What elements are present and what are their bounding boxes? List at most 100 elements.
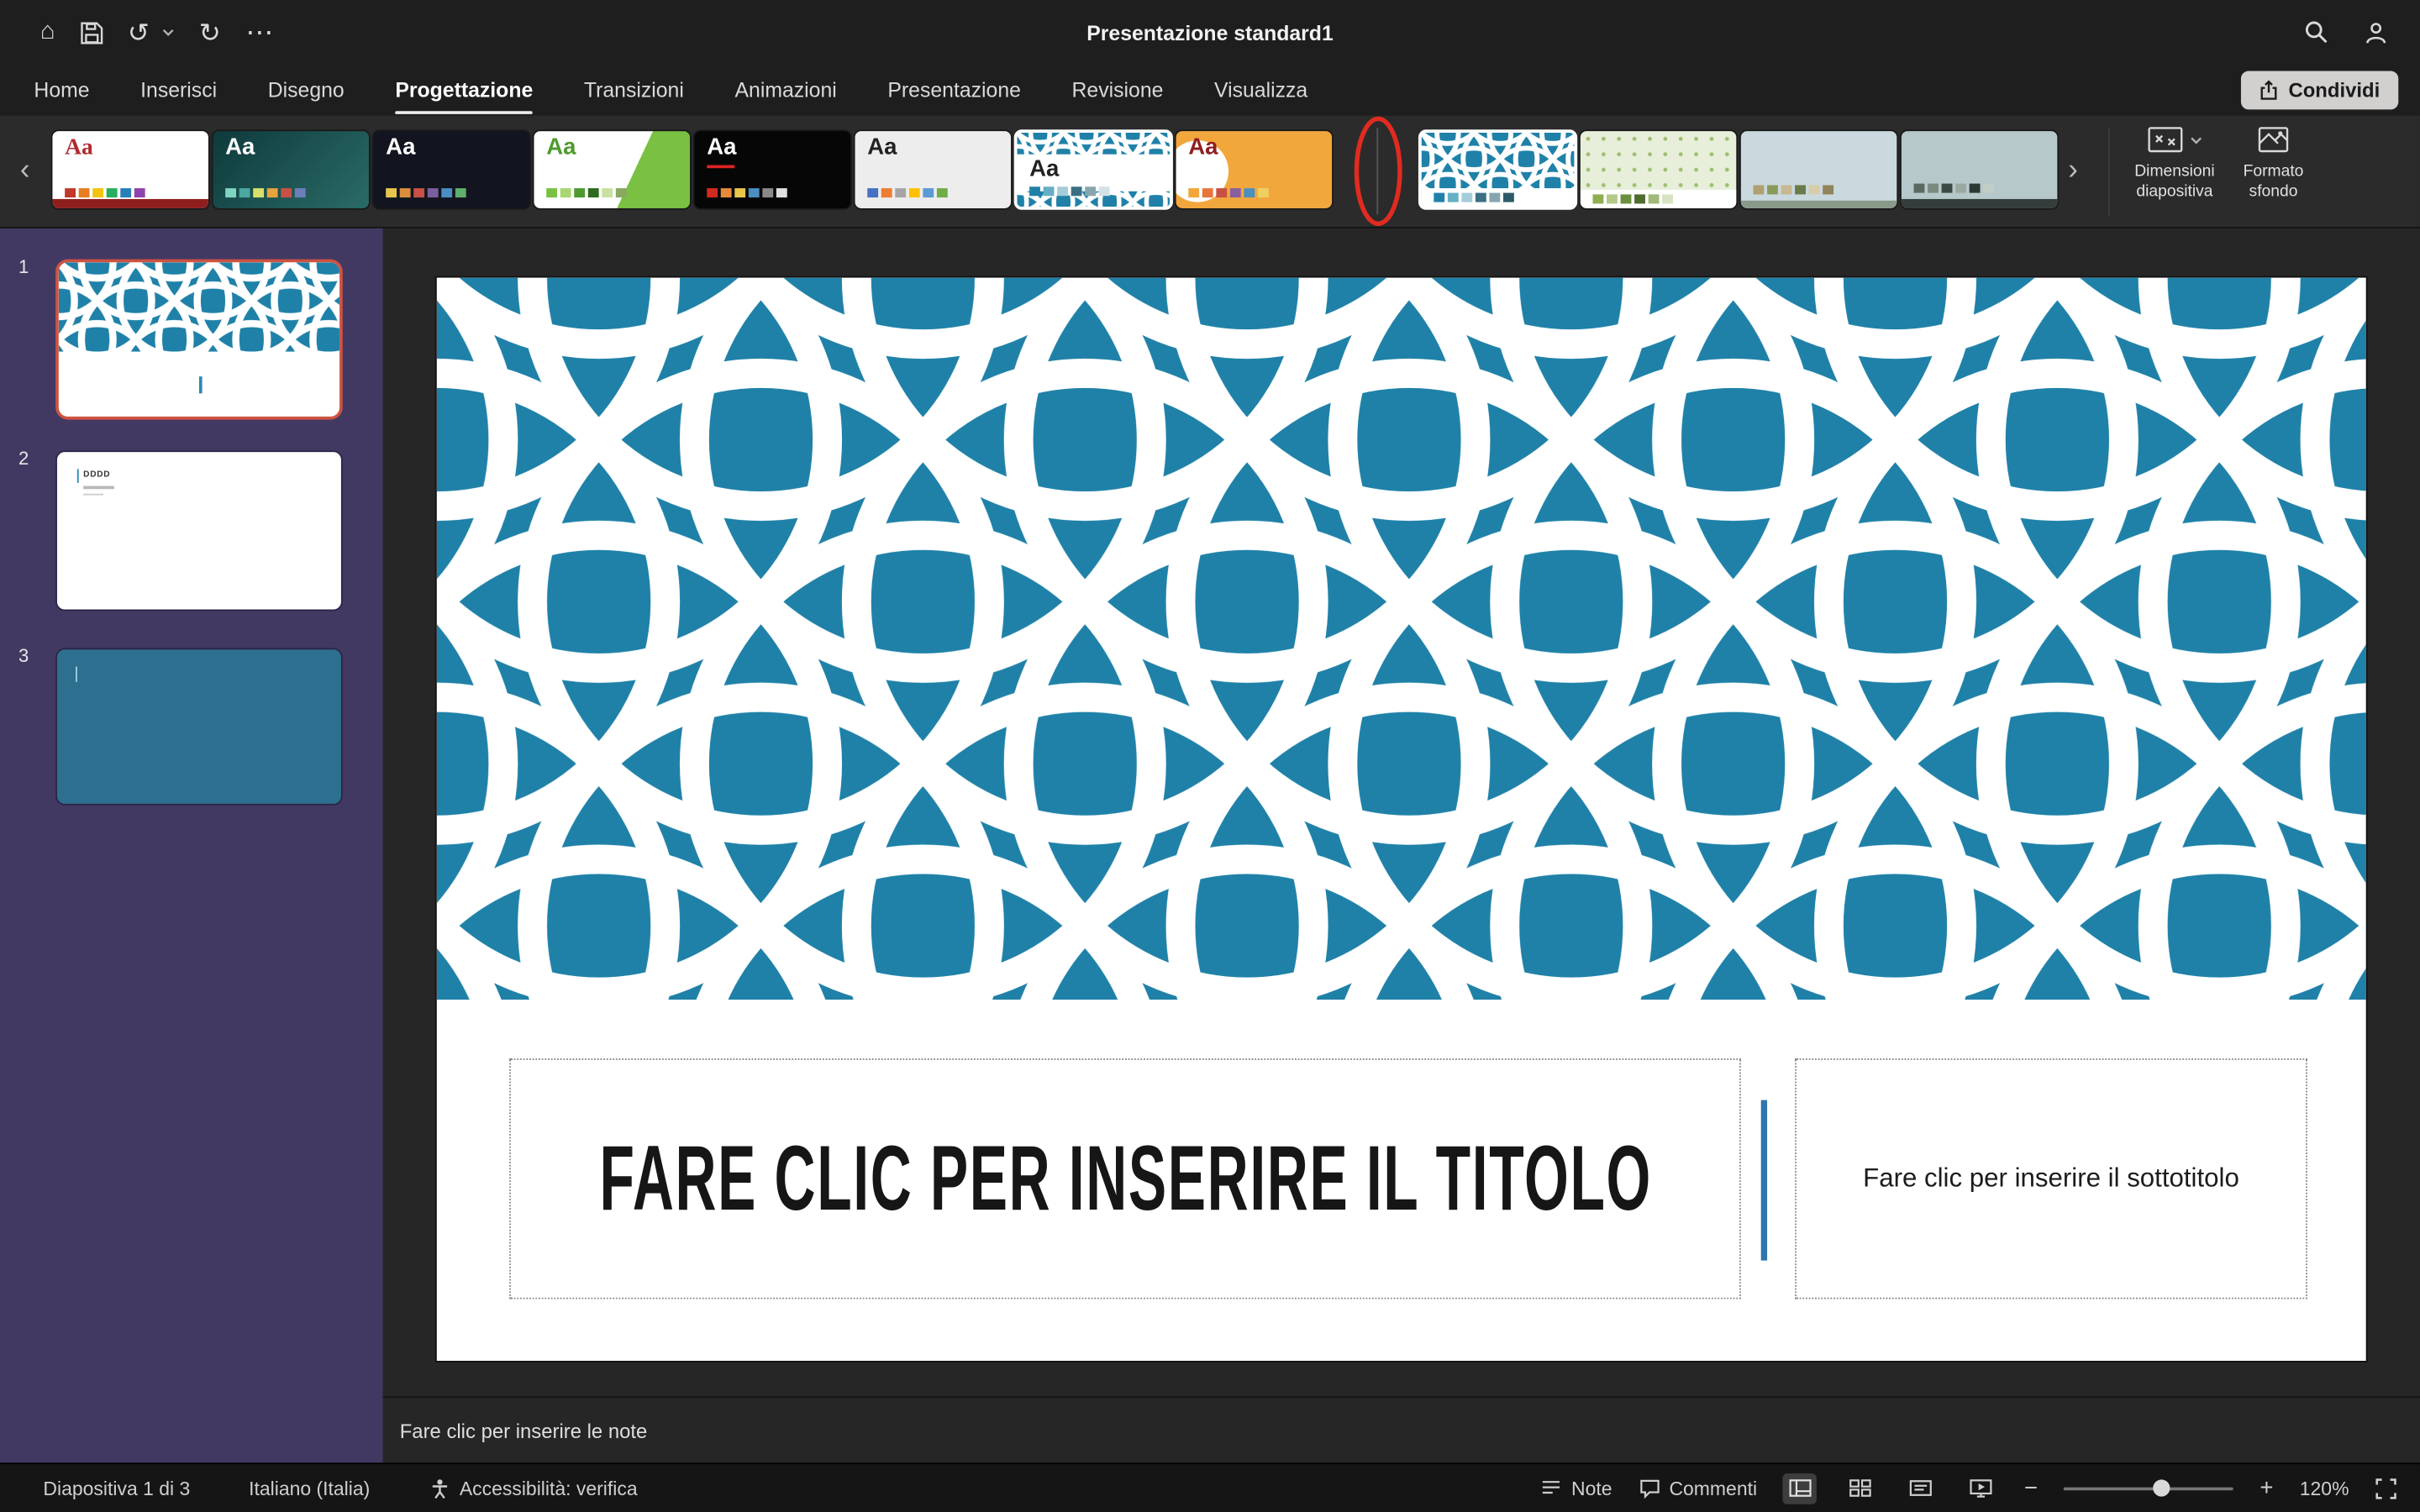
slide-thumbnail-1[interactable] — [55, 260, 343, 420]
comments-icon — [1639, 1478, 1660, 1499]
variant-color-strip — [1754, 185, 1834, 194]
slide-thumbnail-2[interactable]: DDDD — [55, 450, 343, 611]
quick-access-toolbar: ⌂ ↺ ↻ ⋯ — [0, 18, 273, 46]
zoom-slider[interactable] — [2064, 1478, 2233, 1499]
tab-presentazione[interactable]: Presentazione — [887, 65, 1021, 116]
tab-revisione[interactable]: Revisione — [1072, 65, 1164, 116]
theme-thumbnail-selected[interactable]: Aa — [1014, 129, 1173, 210]
home-icon[interactable]: ⌂ — [40, 20, 55, 45]
variant-thumbnail-selected[interactable] — [1418, 129, 1577, 210]
tab-home[interactable]: Home — [34, 65, 89, 116]
slide-size-button[interactable]: Dimensionidiapositiva — [2121, 125, 2229, 201]
tab-progettazione[interactable]: Progettazione — [395, 65, 533, 116]
fit-to-window-icon[interactable] — [2375, 1478, 2397, 1499]
view-sorter-button[interactable] — [1844, 1473, 1877, 1504]
title-placeholder-text: FARE CLIC PER INSERIRE IL TITOLO — [599, 1126, 1651, 1231]
slide-canvas[interactable]: FARE CLIC PER INSERIRE IL TITOLO Fare cl… — [437, 278, 2366, 1361]
theme-thumbnail[interactable]: Aa — [212, 129, 371, 210]
slide-size-chevron-icon — [2190, 136, 2202, 145]
share-button[interactable]: Condividi — [2241, 71, 2399, 109]
tab-animazioni[interactable]: Animazioni — [734, 65, 836, 116]
slide-thumbnail-3[interactable] — [55, 648, 343, 805]
undo-dropdown-chevron-icon[interactable] — [162, 28, 175, 37]
theme-color-strip — [1188, 188, 1269, 197]
tab-visualizza[interactable]: Visualizza — [1214, 65, 1307, 116]
caret — [77, 469, 79, 483]
view-slideshow-button[interactable] — [1964, 1473, 1997, 1504]
workspace: 1 2 DDDD 3 FARE CLIC PE — [0, 228, 2420, 1462]
ribbon-tabbar: Home Inserisci Disegno Progettazione Tra… — [0, 65, 2420, 116]
title-subtitle-divider — [1761, 1100, 1766, 1261]
theme-color-strip — [1029, 186, 1110, 196]
theme-letter: Aa — [867, 136, 897, 161]
view-reading-button[interactable] — [1904, 1473, 1938, 1504]
theme-color-strip — [707, 188, 787, 197]
variant-thumbnail[interactable] — [1739, 129, 1898, 210]
tab-transizioni[interactable]: Transizioni — [584, 65, 684, 116]
zoom-slider-knob[interactable] — [2154, 1479, 2170, 1496]
gallery-divider[interactable] — [1376, 128, 1378, 214]
slide-number: 2 — [18, 448, 29, 470]
theme-color-strip — [65, 188, 145, 197]
theme-thumbnail[interactable]: Aa — [1175, 129, 1334, 210]
theme-letter: Aa — [546, 136, 576, 161]
variant-color-strip — [1914, 184, 1995, 193]
search-icon[interactable] — [2304, 20, 2328, 45]
design-ribbon: ‹ Aa Aa Aa Aa Aa — [0, 116, 2420, 228]
caret — [76, 666, 77, 681]
caret — [199, 376, 202, 393]
view-normal-button[interactable] — [1783, 1473, 1817, 1504]
statusbar: Diapositiva 1 di 3 Italiano (Italia) Acc… — [0, 1462, 2420, 1512]
zoom-in-button[interactable]: + — [2260, 1477, 2273, 1500]
share-label: Condividi — [2288, 79, 2380, 102]
tab-inserisci[interactable]: Inserisci — [140, 65, 217, 116]
account-icon[interactable] — [2363, 21, 2389, 45]
gallery-next-icon[interactable]: › — [2068, 156, 2078, 186]
slide-size-label: Dimensionidiapositiva — [2134, 162, 2214, 201]
notes-pane[interactable]: Fare clic per inserire le note — [383, 1396, 2420, 1462]
format-background-button[interactable]: Formatosfondo — [2228, 125, 2318, 201]
tab-disegno[interactable]: Disegno — [268, 65, 345, 116]
powerpoint-window: ⌂ ↺ ↻ ⋯ Presentazione standard1 Home Ins… — [0, 0, 2420, 1512]
theme-thumbnail[interactable]: Aa — [854, 129, 1013, 210]
theme-color-strip — [225, 188, 306, 197]
gallery-prev-icon[interactable]: ‹ — [20, 156, 30, 186]
variant-color-strip — [1593, 194, 1674, 203]
zoom-level[interactable]: 120% — [2300, 1478, 2349, 1499]
theme-color-strip — [546, 188, 627, 197]
theme-letter: Aa — [707, 136, 736, 161]
theme-thumbnail[interactable]: Aa — [533, 129, 692, 210]
ribbon-separator — [2108, 128, 2110, 216]
title-placeholder[interactable]: FARE CLIC PER INSERIRE IL TITOLO — [509, 1058, 1741, 1299]
slide2-mini-text: DDDD — [83, 470, 110, 480]
variant-thumbnail[interactable] — [1579, 129, 1738, 210]
accessibility-icon — [429, 1478, 450, 1499]
titlebar: ⌂ ↺ ↻ ⋯ Presentazione standard1 — [0, 0, 2420, 65]
accessibility-status[interactable]: Accessibilità: verifica — [429, 1478, 638, 1499]
theme-thumbnail[interactable]: Aa — [51, 129, 210, 210]
slide-canvas-area: FARE CLIC PER INSERIRE IL TITOLO Fare cl… — [383, 228, 2420, 1396]
variant-thumbnail[interactable] — [1900, 129, 2059, 210]
theme-letter: Aa — [1188, 136, 1218, 161]
zoom-out-button[interactable]: − — [2024, 1477, 2038, 1500]
redo-icon[interactable]: ↻ — [199, 19, 221, 45]
theme-letter: Aa — [225, 136, 255, 161]
theme-color-strip — [386, 188, 466, 197]
notes-icon — [1540, 1478, 1562, 1499]
notes-toggle[interactable]: Note — [1540, 1478, 1612, 1499]
slideshow-icon — [1970, 1478, 1993, 1499]
theme-thumbnail[interactable]: Aa — [372, 129, 531, 210]
share-icon — [2260, 81, 2278, 101]
theme-thumbnail[interactable]: Aa — [693, 129, 852, 210]
notes-placeholder-text: Fare clic per inserire le note — [400, 1419, 648, 1442]
theme-letter: Aa — [65, 136, 93, 161]
save-icon[interactable] — [80, 21, 103, 45]
language-selector[interactable]: Italiano (Italia) — [249, 1478, 370, 1499]
undo-icon[interactable]: ↺ — [128, 19, 150, 45]
comments-toggle[interactable]: Commenti — [1639, 1478, 1757, 1499]
theme-gallery: Aa Aa Aa Aa Aa Aa — [51, 129, 1334, 210]
subtitle-placeholder[interactable]: Fare clic per inserire il sottotitolo — [1795, 1058, 2307, 1299]
titlebar-right — [2304, 20, 2389, 45]
theme-letter: Aa — [1029, 157, 1059, 182]
more-commands-icon[interactable]: ⋯ — [245, 18, 273, 46]
